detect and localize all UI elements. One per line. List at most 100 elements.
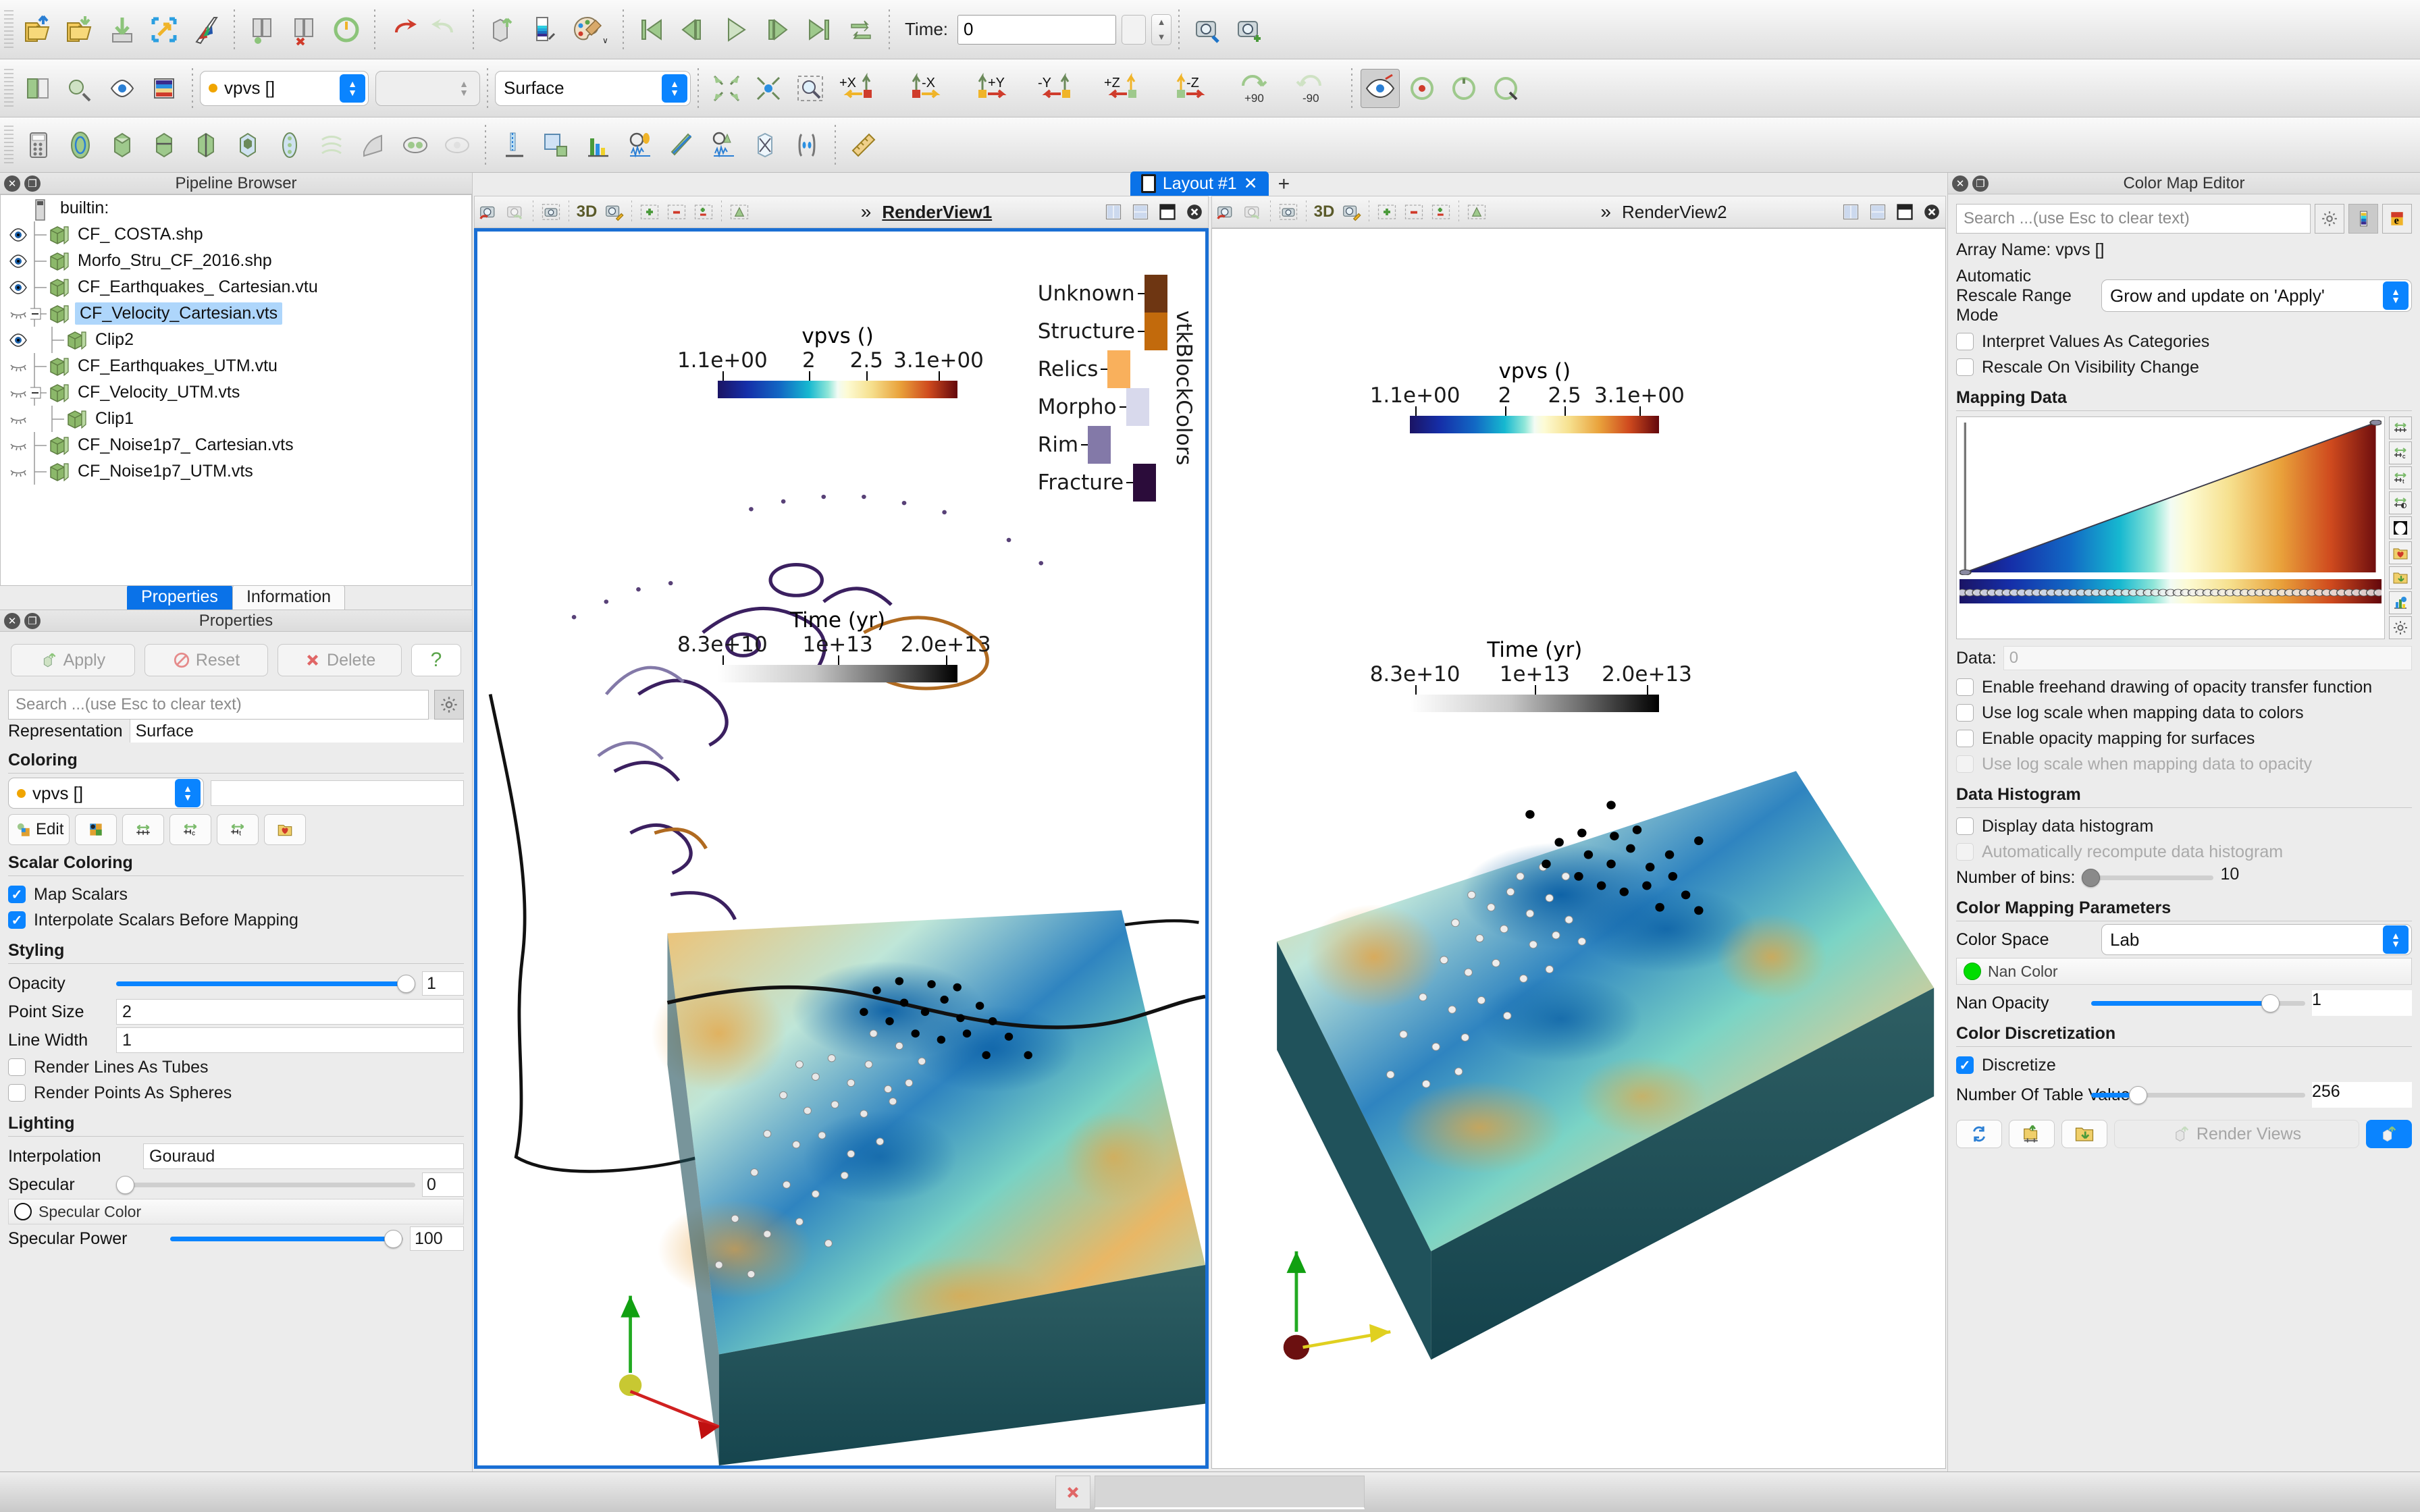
transfer-function-box[interactable] (1956, 416, 2385, 639)
pick-center-icon[interactable] (1486, 69, 1525, 108)
split-vertical-icon[interactable] (1127, 198, 1154, 225)
display-histogram-checkbox[interactable] (1956, 817, 1974, 835)
rescale-over-time-icon[interactable]: t (2389, 466, 2412, 489)
zoom-box-icon[interactable] (791, 69, 830, 108)
nan-opacity-value[interactable]: 1 (2312, 990, 2412, 1016)
toolbar-grip[interactable] (4, 10, 14, 49)
pipeline-item-0[interactable]: builtin: (1, 195, 471, 221)
view-mode-3d-label[interactable]: 3D (573, 198, 600, 225)
time-spinner[interactable]: ▲▼ (1151, 14, 1172, 45)
interactive-select-icon-2[interactable] (1463, 198, 1490, 225)
pipeline-item-6[interactable]: CF_Earthquakes_UTM.vtu (1, 353, 471, 379)
axis-plus-y-icon[interactable]: +Y (965, 69, 1028, 108)
plot-over-line-icon[interactable] (494, 126, 533, 165)
float-icon[interactable]: ❐ (24, 176, 41, 192)
extract-subset-icon[interactable] (228, 126, 267, 165)
cme-gear-icon[interactable] (2315, 204, 2344, 234)
rescale-mode-combo[interactable]: Grow and update on 'Apply' ▲▼ (2101, 279, 2412, 312)
float-icon-2[interactable]: ❐ (24, 613, 41, 629)
edit-camera-icon-2[interactable] (1338, 198, 1365, 225)
close-icon-3[interactable]: ✕ (1952, 176, 1968, 192)
reset-center-icon[interactable] (1444, 69, 1483, 108)
rotate-minus-90-icon[interactable]: -90 (1288, 69, 1343, 108)
calculator-icon[interactable] (19, 126, 58, 165)
pipeline-item-7[interactable]: CF_Velocity_UTM.vts (1, 379, 471, 406)
table-values-slider[interactable] (2091, 1085, 2305, 1104)
layout-tab[interactable]: Layout #1 ✕ (1130, 171, 1269, 196)
glyph-icon[interactable] (270, 126, 309, 165)
choose-preset-icon[interactable] (2348, 204, 2378, 234)
interpolation-value[interactable]: Gouraud (143, 1143, 464, 1169)
rescale-to-visible-range-icon[interactable] (2389, 491, 2412, 514)
render-view-1-title[interactable]: RenderView1 (882, 202, 992, 223)
log-colors-row[interactable]: Use log scale when mapping data to color… (1956, 700, 2412, 726)
axis-minus-y-icon[interactable]: -Y (1031, 69, 1095, 108)
interactive-select-icon[interactable] (726, 198, 753, 225)
eye-closed-icon[interactable] (6, 385, 30, 400)
render-view-2-canvas[interactable]: Y vpvs () 1.1e+0022.53.1e+00 Time (yr) 8… (1211, 228, 1946, 1469)
specular-power-slider[interactable] (170, 1229, 403, 1248)
previous-frame-icon[interactable] (674, 10, 713, 49)
axis-minus-z-icon[interactable]: -Z (1163, 69, 1227, 108)
discretize-row[interactable]: ✓ Discretize (1956, 1052, 2412, 1078)
freehand-row[interactable]: Enable freehand drawing of opacity trans… (1956, 674, 2412, 700)
time-input[interactable] (957, 15, 1116, 45)
toggle-center-axes-icon[interactable] (1361, 69, 1400, 108)
number-of-bins-value[interactable]: 10 (2220, 865, 2342, 890)
coloring-combo[interactable]: vpvs [] ▲▼ (8, 778, 204, 809)
open-file-icon[interactable] (19, 10, 58, 49)
gear-icon[interactable] (434, 690, 464, 720)
add-layout-button[interactable]: + (1278, 173, 1290, 196)
ruler-icon[interactable] (844, 126, 883, 165)
close-view-icon-2[interactable] (1918, 198, 1945, 225)
rescale-on-visibility-checkbox[interactable] (1956, 358, 1974, 376)
pipeline-item-3[interactable]: CF_Earthquakes_ Cartesian.vtu (1, 274, 471, 300)
contour-icon[interactable] (61, 126, 100, 165)
opacity-transfer-function-plot[interactable] (1959, 420, 2382, 575)
opacity-value[interactable]: 1 (422, 971, 464, 996)
maximize-view-icon-2[interactable] (1891, 198, 1918, 225)
clip-icon[interactable] (103, 126, 142, 165)
active-variable-icon[interactable] (19, 69, 58, 108)
eye-open-icon[interactable] (6, 333, 30, 348)
pipeline-item-9[interactable]: CF_Noise1p7_ Cartesian.vts (1, 432, 471, 458)
edit-histogram-icon[interactable] (2389, 591, 2412, 614)
rescale-to-data-range-button[interactable] (122, 814, 164, 845)
edit-colormap-icon[interactable] (144, 69, 184, 108)
color-transfer-function-strip[interactable] (1959, 579, 2382, 603)
loop-icon[interactable] (841, 10, 880, 49)
colormap-scalar-icon[interactable] (524, 10, 563, 49)
color-space-combo[interactable]: Lab ▲▼ (2101, 924, 2412, 955)
plot-over-time-2-icon[interactable] (704, 126, 743, 165)
point-size-input[interactable]: 2 (116, 999, 464, 1025)
rescale-over-time-button[interactable]: t (217, 814, 259, 845)
status-cancel-icon[interactable] (1055, 1476, 1090, 1509)
pipeline-item-2[interactable]: Morfo_Stru_CF_2016.shp (1, 248, 471, 274)
apply-button[interactable]: Apply (11, 644, 135, 676)
save-as-favorite-icon[interactable] (2389, 541, 2412, 564)
remove-selection-icon-2[interactable] (1400, 198, 1427, 225)
view-mode-3d-label-2[interactable]: 3D (1311, 198, 1338, 225)
toolbar-grip-2[interactable] (4, 69, 14, 108)
extract-level-icon[interactable] (438, 126, 477, 165)
slice-icon[interactable] (144, 126, 184, 165)
interpolate-scalars-row[interactable]: ✓ Interpolate Scalars Before Mapping (8, 907, 464, 933)
edit-selection-icon[interactable] (690, 198, 717, 225)
axis-minus-x-icon[interactable]: -X (899, 69, 962, 108)
redo-camera-icon[interactable] (502, 198, 529, 225)
reset-session-icon[interactable] (327, 10, 366, 49)
tab-information[interactable]: Information (232, 584, 345, 610)
paraview-logo-icon[interactable] (186, 10, 226, 49)
edit-selection-icon-2[interactable] (1427, 198, 1454, 225)
connect-icon[interactable] (144, 10, 184, 49)
eye-open-icon[interactable] (6, 254, 30, 269)
extract-block-icon[interactable] (482, 10, 521, 49)
map-scalars-checkbox[interactable]: ✓ (8, 886, 26, 903)
annotate-icon[interactable] (745, 126, 785, 165)
render-view-1-canvas[interactable]: X vpvs () 1.1e+0022.53.1e+00 Tim (474, 228, 1209, 1469)
camera-add-icon[interactable] (1230, 10, 1269, 49)
eye-closed-icon[interactable] (6, 306, 30, 321)
interpret-as-categories-checkbox[interactable] (1956, 333, 1974, 350)
split-horizontal-icon-2[interactable] (1837, 198, 1864, 225)
representation-value-field[interactable]: Surface (130, 720, 464, 742)
